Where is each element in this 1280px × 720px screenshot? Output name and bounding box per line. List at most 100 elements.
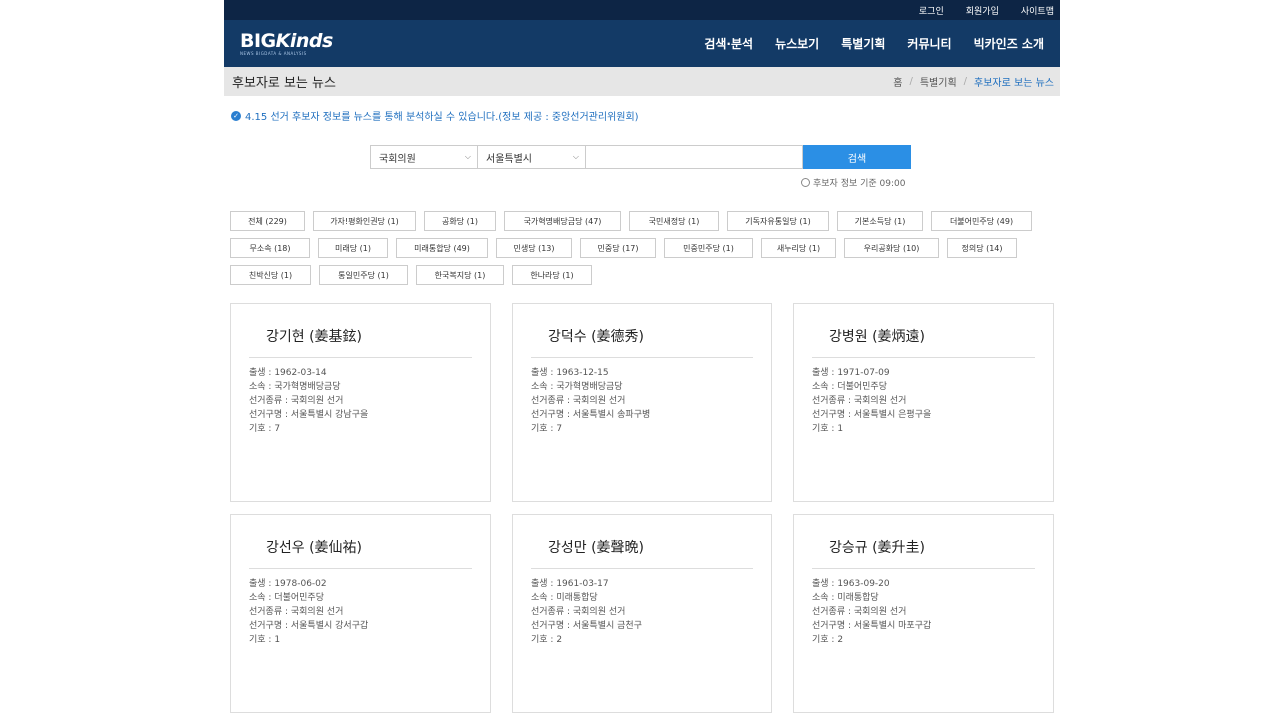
candidate-name: 강선우 (姜仙祐) <box>249 537 472 569</box>
region-select[interactable]: 서울특별시 ⌵ <box>478 145 586 169</box>
party-filter-button[interactable]: 친박신당 (1) <box>230 265 311 285</box>
party-filter-button[interactable]: 한국복지당 (1) <box>416 265 504 285</box>
login-link[interactable]: 로그인 <box>919 4 944 17</box>
bigkinds-logo[interactable]: BIGKinds NEWS BIGDATA & ANALYSIS <box>240 29 334 56</box>
party-filter-button[interactable]: 국민새정당 (1) <box>629 211 719 231</box>
party-filter-button[interactable]: 가자!평화인권당 (1) <box>313 211 416 231</box>
check-circle-icon: ✓ <box>231 110 241 121</box>
search-input[interactable] <box>586 145 803 169</box>
candidate-party: 소속 : 미래통합당 <box>812 593 879 603</box>
logo-text-kinds: Kinds <box>275 29 334 52</box>
candidate-number: 기호 : 1 <box>812 424 844 434</box>
nav-special[interactable]: 특별기획 <box>841 35 885 52</box>
logo-subtitle: NEWS BIGDATA & ANALYSIS <box>240 50 307 56</box>
info-basis-text: 후보자 정보 기준 09:00 <box>813 179 906 189</box>
party-filter-button[interactable]: 정의당 (14) <box>947 238 1017 258</box>
breadcrumb: 홈 / 특별기획 / 후보자로 보는 뉴스 <box>893 74 1054 89</box>
candidate-info: 출생 : 1961-03-17 소속 : 미래통합당 선거종류 : 국회의원 선… <box>531 577 753 647</box>
chevron-down-icon: ⌵ <box>572 152 579 161</box>
clock-icon <box>801 178 810 187</box>
candidate-number: 기호 : 1 <box>249 635 281 645</box>
breadcrumb-current[interactable]: 후보자로 보는 뉴스 <box>974 74 1054 89</box>
candidate-card[interactable]: 강덕수 (姜德秀) 출생 : 1963-12-15 소속 : 국가혁명배당금당 … <box>512 303 772 502</box>
join-link[interactable]: 회원가입 <box>966 4 999 17</box>
page-title-bar: 후보자로 보는 뉴스 홈 / 특별기획 / 후보자로 보는 뉴스 <box>224 67 1060 96</box>
nav-news[interactable]: 뉴스보기 <box>775 35 819 52</box>
utility-bar: 로그인 회원가입 사이트맵 <box>224 0 1060 20</box>
candidate-name: 강성만 (姜聲晩) <box>531 537 753 569</box>
candidate-card[interactable]: 강선우 (姜仙祐) 출생 : 1978-06-02 소속 : 더불어민주당 선거… <box>230 514 491 713</box>
main-nav: 검색·분석 뉴스보기 특별기획 커뮤니티 빅카인즈 소개 <box>704 35 1044 52</box>
nav-about[interactable]: 빅카인즈 소개 <box>974 35 1044 52</box>
party-filter-button[interactable]: 민중당 (17) <box>580 238 656 258</box>
party-filter-button[interactable]: 공화당 (1) <box>424 211 496 231</box>
search-button[interactable]: 검색 <box>803 145 911 169</box>
main-header: BIGKinds NEWS BIGDATA & ANALYSIS 검색·분석 뉴… <box>224 20 1060 67</box>
party-filter-button[interactable]: 미래통합당 (49) <box>396 238 488 258</box>
party-filter-button[interactable]: 기본소득당 (1) <box>837 211 923 231</box>
candidate-card[interactable]: 강성만 (姜聲晩) 출생 : 1961-03-17 소속 : 미래통합당 선거종… <box>512 514 772 713</box>
region-value: 서울특별시 <box>486 153 532 165</box>
candidate-district: 선거구명 : 서울특별시 송파구병 <box>531 410 651 420</box>
logo-text-big: BIG <box>240 29 276 52</box>
breadcrumb-separator: / <box>909 76 913 87</box>
breadcrumb-level1[interactable]: 특별기획 <box>920 74 957 89</box>
candidate-birth: 출생 : 1963-09-20 <box>812 579 890 589</box>
candidate-district: 선거구명 : 서울특별시 금천구 <box>531 621 642 631</box>
party-filter-button[interactable]: 더불어민주당 (49) <box>931 211 1032 231</box>
election-type-select[interactable]: 국회의원 ⌵ <box>370 145 478 169</box>
candidate-name: 강덕수 (姜德秀) <box>531 326 753 358</box>
candidate-card[interactable]: 강승규 (姜升圭) 출생 : 1963-09-20 소속 : 미래통합당 선거종… <box>793 514 1054 713</box>
candidate-district: 선거구명 : 서울특별시 강남구을 <box>249 410 369 420</box>
candidate-birth: 출생 : 1978-06-02 <box>249 579 327 589</box>
nav-search-analysis[interactable]: 검색·분석 <box>704 35 753 52</box>
party-filter-button[interactable]: 민생당 (13) <box>496 238 572 258</box>
candidate-election: 선거종류 : 국회의원 선거 <box>531 607 626 617</box>
chevron-down-icon: ⌵ <box>464 152 471 161</box>
candidate-info: 출생 : 1978-06-02 소속 : 더불어민주당 선거종류 : 국회의원 … <box>249 577 472 647</box>
candidate-election: 선거종류 : 국회의원 선거 <box>812 607 907 617</box>
notice: ✓ 4.15 선거 후보자 정보를 뉴스를 통해 분석하실 수 있습니다.(정보… <box>231 108 1060 123</box>
candidate-election: 선거종류 : 국회의원 선거 <box>249 607 344 617</box>
candidate-birth: 출생 : 1963-12-15 <box>531 368 609 378</box>
party-filter-button[interactable]: 기독자유통일당 (1) <box>727 211 829 231</box>
party-filter-button[interactable]: 민중민주당 (1) <box>664 238 753 258</box>
search-bar: 국회의원 ⌵ 서울특별시 ⌵ 검색 <box>370 145 911 169</box>
candidate-info: 출생 : 1962-03-14 소속 : 국가혁명배당금당 선거종류 : 국회의… <box>249 366 472 436</box>
election-type-value: 국회의원 <box>379 153 416 165</box>
candidate-birth: 출생 : 1971-07-09 <box>812 368 890 378</box>
candidate-district: 선거구명 : 서울특별시 강서구갑 <box>249 621 369 631</box>
page-title: 후보자로 보는 뉴스 <box>232 76 336 91</box>
party-filter-button[interactable]: 무소속 (18) <box>230 238 310 258</box>
party-filter-button[interactable]: 우리공화당 (10) <box>844 238 939 258</box>
candidate-district: 선거구명 : 서울특별시 은평구을 <box>812 410 932 420</box>
party-filter-button[interactable]: 통일민주당 (1) <box>319 265 408 285</box>
candidate-info: 출생 : 1963-09-20 소속 : 미래통합당 선거종류 : 국회의원 선… <box>812 577 1035 647</box>
breadcrumb-home[interactable]: 홈 <box>893 74 902 89</box>
nav-community[interactable]: 커뮤니티 <box>907 35 951 52</box>
party-filter-button[interactable]: 새누리당 (1) <box>761 238 836 258</box>
candidate-name: 강승규 (姜升圭) <box>812 537 1035 569</box>
party-filter-button[interactable]: 미래당 (1) <box>318 238 388 258</box>
notice-text: 4.15 선거 후보자 정보를 뉴스를 통해 분석하실 수 있습니다.(정보 제… <box>245 112 639 123</box>
candidate-election: 선거종류 : 국회의원 선거 <box>812 396 907 406</box>
candidate-number: 기호 : 2 <box>531 635 563 645</box>
candidate-party: 소속 : 국가혁명배당금당 <box>531 382 623 392</box>
candidate-card[interactable]: 강병원 (姜炳遠) 출생 : 1971-07-09 소속 : 더불어민주당 선거… <box>793 303 1054 502</box>
party-filter-button[interactable]: 한나라당 (1) <box>512 265 592 285</box>
candidate-number: 기호 : 7 <box>249 424 281 434</box>
candidate-number: 기호 : 2 <box>812 635 844 645</box>
info-basis: 후보자 정보 기준 09:00 <box>801 176 905 189</box>
candidate-election: 선거종류 : 국회의원 선거 <box>249 396 344 406</box>
candidate-party: 소속 : 국가혁명배당금당 <box>249 382 341 392</box>
candidate-party: 소속 : 더불어민주당 <box>812 382 887 392</box>
party-filter-button[interactable]: 국가혁명배당금당 (47) <box>504 211 621 231</box>
sitemap-link[interactable]: 사이트맵 <box>1021 4 1054 17</box>
candidate-district: 선거구명 : 서울특별시 마포구갑 <box>812 621 932 631</box>
party-filter: 전체 (229) 가자!평화인권당 (1) 공화당 (1) 국가혁명배당금당 (… <box>230 211 1050 285</box>
candidate-birth: 출생 : 1962-03-14 <box>249 368 327 378</box>
candidate-card[interactable]: 강기현 (姜基鉉) 출생 : 1962-03-14 소속 : 국가혁명배당금당 … <box>230 303 491 502</box>
candidate-info: 출생 : 1971-07-09 소속 : 더불어민주당 선거종류 : 국회의원 … <box>812 366 1035 436</box>
candidate-name: 강기현 (姜基鉉) <box>249 326 472 358</box>
party-filter-button[interactable]: 전체 (229) <box>230 211 305 231</box>
